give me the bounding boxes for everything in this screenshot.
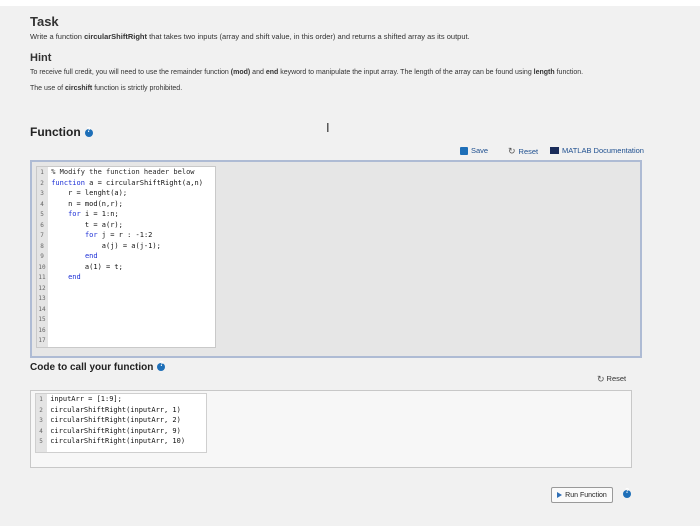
docs-label: MATLAB Documentation <box>562 146 644 155</box>
code-text: circularShiftRight(inputArr, 2) <box>46 416 181 424</box>
hint-text: function. <box>554 69 584 76</box>
hint-text: function is strictly prohibited. <box>92 85 183 92</box>
code-line: 17 <box>37 335 215 346</box>
code-line: 13 <box>37 293 215 304</box>
call-reset-button[interactable]: ↻ Reset <box>597 374 626 385</box>
code-line: 12 <box>37 283 215 294</box>
task-description: Write a function circularShiftRight that… <box>30 32 470 41</box>
call-section-title: Code to call your function <box>30 361 166 373</box>
line-number: 17 <box>38 337 46 344</box>
save-button[interactable]: Save <box>460 146 488 155</box>
code-line: 5 for i = 1:n; <box>37 209 215 220</box>
task-desc-fn-name: circularShiftRight <box>84 32 147 41</box>
hint-keyword-length: length <box>533 69 555 76</box>
hint-text: keyword to manipulate the input array. T… <box>278 69 534 76</box>
function-section-title: Function <box>30 125 93 139</box>
run-function-button[interactable]: Run Function <box>551 487 613 503</box>
code-line: 4 circularShiftRight(inputArr, 9) <box>36 426 214 437</box>
code-text: end <box>68 273 81 281</box>
code-area[interactable]: 1 % Modify the function header below 2 fu… <box>36 166 216 348</box>
hint-keyword-circshift: circshift <box>65 85 93 92</box>
code-text: for i = 1:n; <box>68 210 119 218</box>
code-text: inputArr = [1:9]; <box>46 395 122 403</box>
help-icon[interactable] <box>84 127 93 137</box>
code-line: 15 <box>37 314 215 325</box>
code-text: t = a(r); <box>47 220 123 229</box>
hint-text: The use of <box>30 85 66 92</box>
hint-text: To receive full credit, you will need to… <box>30 69 231 76</box>
code-text: for j = r : -1:2 <box>84 231 153 239</box>
code-line: 7 for j = r : -1:2 <box>37 230 215 241</box>
call-title-text: Code to call your function <box>30 362 154 373</box>
play-icon <box>557 492 563 498</box>
code-line: 3 r = lenght(a); <box>37 188 215 199</box>
code-text: circularShiftRight(inputArr, 1) <box>46 405 181 414</box>
reset-icon: ↻ <box>508 146 516 156</box>
hint-line-1: To receive full credit, you will need to… <box>30 69 583 76</box>
code-text: r = lenght(a); <box>47 189 128 197</box>
code-line: 2 circularShiftRight(inputArr, 1) <box>36 405 214 416</box>
code-line: 2 function a = circularShiftRight(a,n) <box>37 178 215 189</box>
hint-keyword-mod: (mod) <box>230 69 251 76</box>
hint-text: and <box>250 69 266 76</box>
hint-line-2: The use of circshift function is strictl… <box>30 85 182 92</box>
reset-icon: ↻ <box>597 374 605 384</box>
code-text: end <box>84 252 98 260</box>
top-strip <box>0 0 700 6</box>
help-icon[interactable] <box>157 361 166 372</box>
code-text: % Modify the function header below <box>47 168 195 176</box>
code-line: 6 t = a(r); <box>37 220 215 231</box>
task-desc-part: Write a function <box>30 32 85 41</box>
code-text: n = mod(n,r); <box>47 199 123 208</box>
text-cursor-icon: I <box>326 120 330 135</box>
code-line: 8 a(j) = a(j-1); <box>37 241 215 252</box>
code-text: a(1) = t; <box>47 262 123 271</box>
code-line: 16 <box>37 325 215 336</box>
reset-label: Reset <box>518 147 539 156</box>
call-reset-label: Reset <box>606 374 627 383</box>
code-line: 1 % Modify the function header below <box>37 167 215 178</box>
book-icon <box>550 147 559 154</box>
call-editor[interactable]: 1 inputArr = [1:9]; 2 circularShiftRight(… <box>30 390 632 468</box>
hint-heading: Hint <box>30 52 52 64</box>
code-text: function a = circularShiftRight(a,n) <box>51 178 203 187</box>
task-desc-part: that takes two inputs (array and shift v… <box>147 32 470 41</box>
code-line: 4 n = mod(n,r); <box>37 199 215 210</box>
code-line: 3 circularShiftRight(inputArr, 2) <box>36 415 214 426</box>
code-line: 11 end <box>37 272 215 283</box>
matlab-documentation-link[interactable]: MATLAB Documentation <box>550 146 644 155</box>
code-text: circularShiftRight(inputArr, 9) <box>46 426 181 435</box>
call-code-area[interactable]: 1 inputArr = [1:9]; 2 circularShiftRight(… <box>35 393 207 453</box>
function-title-text: Function <box>30 125 81 139</box>
help-icon[interactable] <box>623 488 631 498</box>
code-line: 5 circularShiftRight(inputArr, 10) <box>36 436 214 447</box>
save-label: Save <box>471 146 489 155</box>
run-label: Run Function <box>565 491 607 499</box>
code-line: 1 inputArr = [1:9]; <box>36 394 214 405</box>
code-text: circularShiftRight(inputArr, 10) <box>46 437 186 445</box>
function-editor[interactable]: 1 % Modify the function header below 2 fu… <box>30 160 642 358</box>
code-text: a(j) = a(j-1); <box>47 241 161 250</box>
hint-keyword-end: end <box>265 69 279 76</box>
task-heading: Task <box>30 14 59 29</box>
code-line: 10 a(1) = t; <box>37 262 215 273</box>
reset-button[interactable]: ↻ Reset <box>508 146 538 157</box>
save-icon <box>460 146 468 155</box>
code-line: 9 end <box>37 251 215 262</box>
line-number: 5 <box>39 438 43 445</box>
code-line: 14 <box>37 304 215 315</box>
